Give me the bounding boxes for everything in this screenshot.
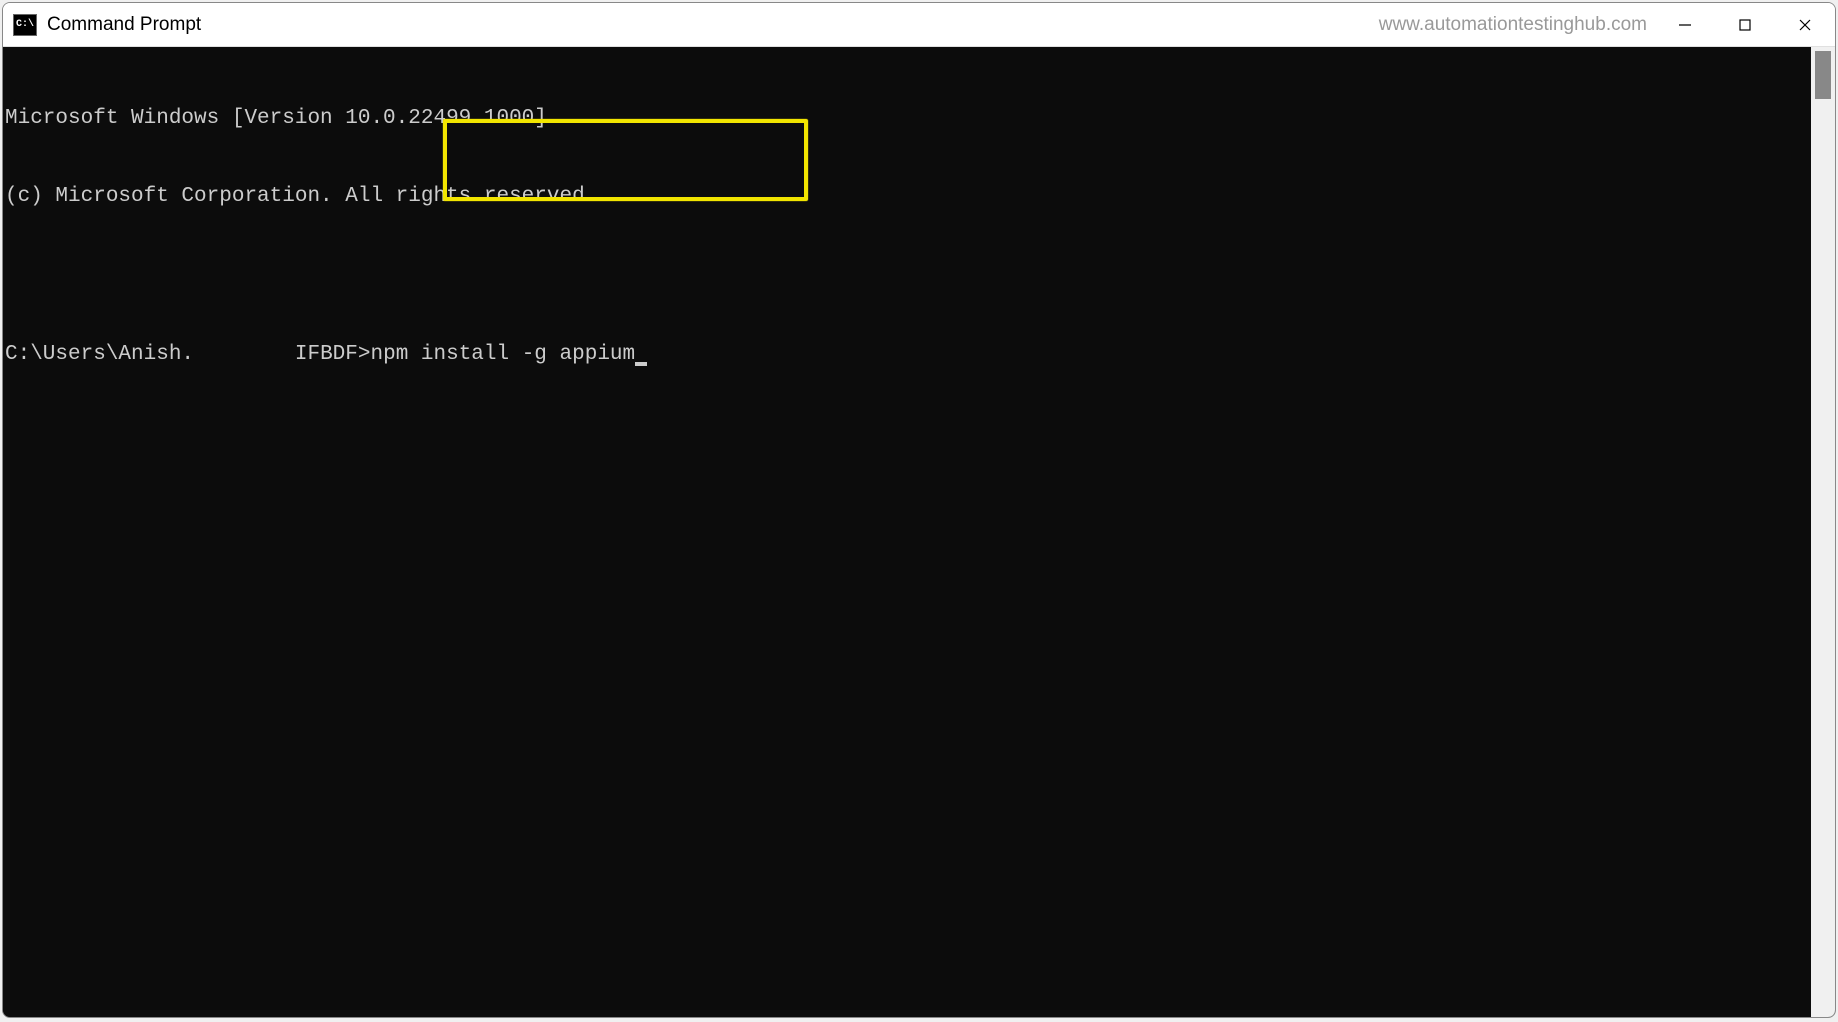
window-controls <box>1655 3 1835 46</box>
prompt-path: C:\Users\Anish. <box>5 343 194 366</box>
cmd-icon: C:\ <box>13 14 37 36</box>
command-prompt-window: C:\ Command Prompt www.automationtesting… <box>2 2 1836 1018</box>
prompt-line: C:\Users\Anish. IFBDF>npm install -g app… <box>5 342 1809 368</box>
terminal-output[interactable]: Microsoft Windows [Version 10.0.22499.10… <box>3 47 1811 1017</box>
copyright-line: (c) Microsoft Corporation. All rights re… <box>5 184 1809 210</box>
scrollbar-track[interactable] <box>1811 47 1835 1017</box>
close-button[interactable] <box>1775 3 1835 46</box>
prompt-host: IFBDF <box>295 343 358 366</box>
cursor <box>635 362 647 366</box>
scrollbar-thumb[interactable] <box>1815 51 1831 99</box>
typed-command: npm install -g appium <box>370 343 635 366</box>
terminal-area: Microsoft Windows [Version 10.0.22499.10… <box>3 47 1835 1017</box>
minimize-button[interactable] <box>1655 3 1715 46</box>
watermark-text: www.automationtestinghub.com <box>1379 14 1647 36</box>
version-line: Microsoft Windows [Version 10.0.22499.10… <box>5 106 1809 132</box>
maximize-button[interactable] <box>1715 3 1775 46</box>
window-title: Command Prompt <box>47 14 201 36</box>
titlebar[interactable]: C:\ Command Prompt www.automationtesting… <box>3 3 1835 47</box>
blank-line <box>5 263 1809 289</box>
